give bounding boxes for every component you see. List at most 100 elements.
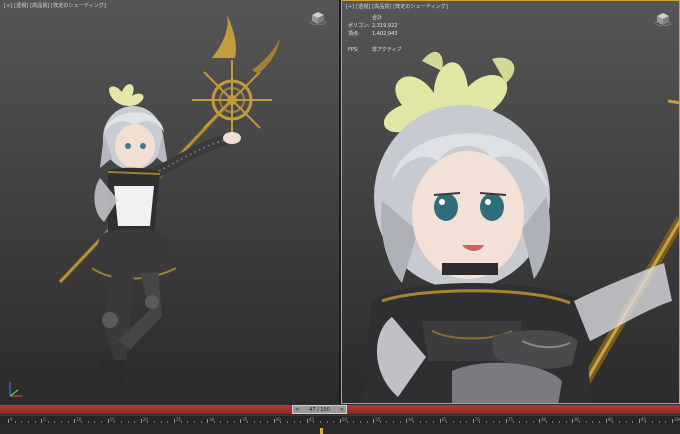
timeline-minor-tick (665, 421, 667, 423)
viewport-right-active[interactable]: [+] [透視] [高品質] [既定のシェーディング] 合計 ポリゴン: 2,3… (341, 0, 680, 404)
timeline-minor-tick (154, 421, 156, 423)
timeline-minor-tick (499, 421, 501, 423)
timeline-tick (439, 419, 441, 423)
timeline-minor-tick (525, 421, 527, 423)
timeline[interactable]: < 47 / 100 > 0 5 10 15 20 25 30 35 40 45 50 55 60 65 7… (0, 404, 680, 434)
timeline-minor-tick (446, 421, 448, 423)
timeline-minor-tick (213, 421, 215, 423)
timeline-tick-label: 0 (10, 417, 13, 422)
timeline-tick (373, 419, 375, 423)
timeline-minor-tick (320, 421, 322, 423)
timeline-tick (8, 419, 9, 423)
timeline-minor-tick (565, 421, 567, 423)
timeline-tick (174, 419, 175, 423)
timeline-minor-tick (419, 421, 421, 423)
timeline-minor-tick (379, 421, 381, 423)
timeline-minor-tick (393, 421, 395, 423)
timeline-minor-tick (61, 421, 63, 423)
axis-gizmo-icon (9, 382, 22, 397)
timeline-minor-tick (187, 421, 189, 423)
timeline-tick-label: 5 (43, 417, 46, 422)
timeline-minor-tick (486, 421, 488, 423)
timeline-minor-tick (233, 421, 235, 423)
keyframe-marker[interactable] (320, 428, 323, 434)
timeline-minor-tick (87, 421, 89, 423)
timeline-tick-label: 100 (674, 417, 680, 422)
timeline-minor-tick (47, 421, 49, 423)
time-slider-thumb[interactable]: < 47 / 100 > (292, 405, 347, 414)
timeline-minor-tick (479, 421, 481, 423)
timeline-minor-tick (134, 421, 136, 423)
timeline-minor-tick (94, 421, 96, 423)
timeline-tick (406, 419, 408, 423)
timeline-minor-tick (286, 421, 288, 423)
timeline-tick (207, 419, 209, 423)
timeline-minor-tick (658, 421, 660, 423)
timeline-minor-tick (27, 421, 29, 423)
timeline-minor-tick (625, 421, 627, 423)
timeline-minor-tick (366, 421, 368, 423)
timeline-minor-tick (293, 421, 295, 423)
character-render-closeup (362, 51, 679, 403)
timeline-minor-tick (313, 421, 315, 423)
timeline-minor-tick (266, 421, 268, 423)
timeline-minor-tick (532, 421, 534, 423)
timeline-minor-tick (652, 421, 654, 423)
timeline-minor-tick (592, 421, 594, 423)
timeline-minor-tick (227, 421, 229, 423)
timeline-minor-tick (386, 421, 388, 423)
timeline-minor-tick (260, 421, 262, 423)
timeline-minor-tick (220, 421, 222, 423)
timeline-minor-tick (280, 421, 282, 423)
timeline-tick (572, 419, 574, 423)
timeline-minor-tick (559, 421, 561, 423)
timeline-minor-tick (426, 421, 428, 423)
timeline-minor-tick (54, 421, 56, 423)
timeline-minor-tick (618, 421, 620, 423)
timeline-minor-tick (452, 421, 454, 423)
timeline-minor-tick (81, 421, 83, 423)
timeline-minor-tick (645, 421, 647, 423)
timeline-tick (605, 419, 607, 423)
timeline-tick (340, 419, 341, 423)
timeline-minor-tick (120, 421, 122, 423)
timeline-minor-tick (67, 421, 69, 423)
timeline-minor-tick (512, 421, 514, 423)
timeline-minor-tick (326, 421, 328, 423)
timeline-tick (306, 419, 308, 423)
timeline-tick (74, 419, 76, 423)
character-render-full-body (58, 15, 280, 396)
timeline-tick (672, 419, 673, 423)
timeline-minor-tick (253, 421, 255, 423)
viewport-left[interactable]: [+] [透視] [高品質] [既定のシェーディング] (0, 0, 339, 404)
timeline-minor-tick (147, 421, 149, 423)
timeline-minor-tick (21, 421, 23, 423)
timeline-minor-tick (333, 421, 335, 423)
timeline-minor-tick (247, 421, 249, 423)
timeline-minor-tick (114, 421, 116, 423)
timeline-minor-tick (160, 421, 162, 423)
timeline-minor-tick (632, 421, 634, 423)
timeline-minor-tick (399, 421, 401, 423)
next-frame-arrow[interactable]: > (340, 407, 344, 413)
timeline-minor-tick (413, 421, 415, 423)
timeline-minor-tick (519, 421, 521, 423)
timeline-minor-tick (612, 421, 614, 423)
timeline-minor-tick (180, 421, 182, 423)
timeline-minor-tick (432, 421, 434, 423)
timeline-minor-tick (34, 421, 36, 423)
timeline-tick (240, 419, 242, 423)
timeline-tick (107, 419, 109, 423)
timeline-tick (140, 419, 142, 423)
timeline-minor-tick (14, 421, 16, 423)
timeline-minor-tick (459, 421, 461, 423)
timeline-tick (41, 419, 43, 423)
timeline-tick (539, 419, 541, 423)
timeline-tick (506, 419, 507, 423)
timeline-minor-tick (127, 421, 129, 423)
timeline-minor-tick (545, 421, 547, 423)
timeline-minor-tick (193, 421, 195, 423)
timeline-minor-tick (353, 421, 355, 423)
timeline-minor-tick (167, 421, 169, 423)
timeline-minor-tick (300, 421, 302, 423)
